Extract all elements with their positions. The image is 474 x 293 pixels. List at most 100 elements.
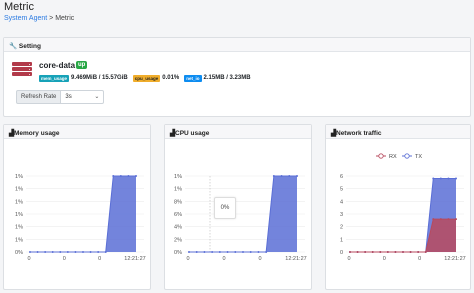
y-tick-label: 1% [174, 174, 182, 180]
network-traffic-chart: 01234560 0 0 12:21:27RX TX [340, 153, 466, 262]
memory-usage-chart: 0% 1% 1% 1% 1% 1% 1% 0 0 0 12:21:27 [15, 174, 146, 262]
data-point [127, 175, 130, 177]
y-tick-label: 2 [340, 225, 343, 231]
data-point [424, 251, 427, 253]
y-tick-label: 3 [340, 212, 343, 218]
data-point [272, 175, 275, 177]
page-header: Metric System Agent > Metric [0, 0, 474, 28]
breadcrumb: System Agent > Metric [4, 15, 74, 22]
y-tick-label: 4% [174, 225, 182, 231]
x-tick-label: 0 [63, 256, 66, 262]
network-traffic-card: ▟Network traffic 0 1 2 3 4 5 6 0 0 0 12:21:27 RX TX [325, 124, 471, 290]
data-point [211, 251, 214, 253]
setting-header: 🔧 Setting [4, 38, 470, 52]
x-tick-label: 0 [418, 256, 421, 262]
y-tick-label: 1% [15, 174, 23, 180]
y-tick-label: 1% [15, 237, 23, 243]
x-tick-label: 0 [186, 256, 189, 262]
legend-marker [404, 153, 410, 159]
refresh-rate-label: Refresh Rate [16, 90, 62, 104]
x-tick-label: 12:21:27 [124, 256, 145, 262]
data-point [234, 251, 237, 253]
net-io-value: 2.15MB / 3.23MB [203, 75, 251, 81]
memory-usage-title: Memory usage [14, 130, 60, 137]
y-tick-label: 0% [15, 250, 23, 256]
breadcrumb-current: Metric [55, 15, 75, 22]
data-point [432, 218, 435, 221]
y-tick-label: 0% [174, 250, 182, 256]
data-point [104, 251, 107, 253]
y-tick-label: 1% [15, 225, 23, 231]
network-traffic-title: Network traffic [336, 130, 382, 137]
data-point [455, 218, 457, 221]
data-point [226, 251, 229, 253]
data-point [97, 251, 100, 253]
x-tick-label: 12:21:27 [285, 256, 306, 262]
data-point [371, 251, 374, 253]
data-point [394, 251, 397, 253]
data-point [288, 175, 291, 177]
memory-usage-card: ▟Memory usage 0% 1% 1% 1% 1% 1% 1% 0 0 0 12:21:27 [3, 124, 151, 290]
cpu-tooltip: 0% [214, 197, 236, 219]
legend-marker [378, 153, 384, 159]
series-area [350, 219, 456, 252]
cpu-usage-title: CPU usage [175, 130, 210, 137]
setting-card: 🔧 Setting core-data up mem_usage 9.469Mi… [3, 37, 471, 117]
data-point [59, 251, 62, 253]
data-point [36, 251, 39, 253]
data-point [364, 251, 367, 253]
x-tick-label: 0 [27, 256, 30, 262]
data-point [432, 177, 435, 180]
cpu-usage-chart: 0% 2% 4% 6% 8% 1% 1% 0 0 0 12:21:27 [174, 174, 307, 262]
data-point [66, 251, 69, 253]
x-tick-label: 0 [347, 256, 350, 262]
breadcrumb-link-system-agent[interactable]: System Agent [4, 15, 47, 22]
cpu-usage-header: ▟CPU usage [165, 125, 311, 139]
wrench-icon: 🔧 [9, 43, 18, 50]
x-tick-label: 0 [258, 256, 261, 262]
data-point [51, 251, 54, 253]
server-icon [12, 62, 32, 78]
data-point [280, 175, 283, 177]
setting-title: Setting [18, 43, 41, 50]
data-point [203, 251, 206, 253]
y-tick-label: 4 [340, 199, 343, 205]
status-badge: up [76, 61, 88, 69]
y-tick-label: 0 [340, 250, 343, 256]
y-tick-label: 8% [174, 199, 182, 205]
data-point [455, 177, 457, 180]
cpu-usage-value: 0.01% [162, 75, 180, 81]
data-point [44, 251, 47, 253]
y-tick-label: 5 [340, 187, 343, 193]
legend-label: RX [389, 154, 397, 160]
data-point [417, 251, 420, 253]
page-title: Metric [4, 1, 34, 13]
data-point [386, 251, 389, 253]
data-point [195, 251, 198, 253]
refresh-rate-group: Refresh Rate 3s ⌄ [16, 90, 105, 104]
data-point [242, 251, 244, 253]
data-point [349, 251, 351, 253]
data-point [257, 251, 260, 253]
data-point [356, 251, 359, 253]
data-point [112, 175, 115, 177]
x-tick-label: 0 [383, 256, 386, 262]
data-point [29, 251, 31, 253]
data-point [82, 251, 84, 253]
refresh-rate-select[interactable]: 3s ⌄ [61, 90, 105, 104]
cpu-usage-tag: cpu_usage [132, 74, 161, 82]
data-point [89, 251, 92, 253]
memory-usage-header: ▟Memory usage [4, 125, 150, 139]
network-traffic-header: ▟Network traffic [326, 125, 470, 139]
data-point [249, 251, 252, 253]
legend-label: TX [415, 154, 422, 160]
net-io-tag: net_io [184, 74, 202, 82]
data-point [439, 177, 442, 180]
mem-usage-tag: mem_usage [39, 74, 70, 82]
x-tick-label: 0 [222, 256, 225, 262]
data-point [265, 251, 268, 253]
data-point [409, 251, 412, 253]
refresh-rate-value: 3s [65, 94, 72, 100]
data-point [402, 251, 404, 253]
y-tick-label: 6% [174, 212, 182, 218]
